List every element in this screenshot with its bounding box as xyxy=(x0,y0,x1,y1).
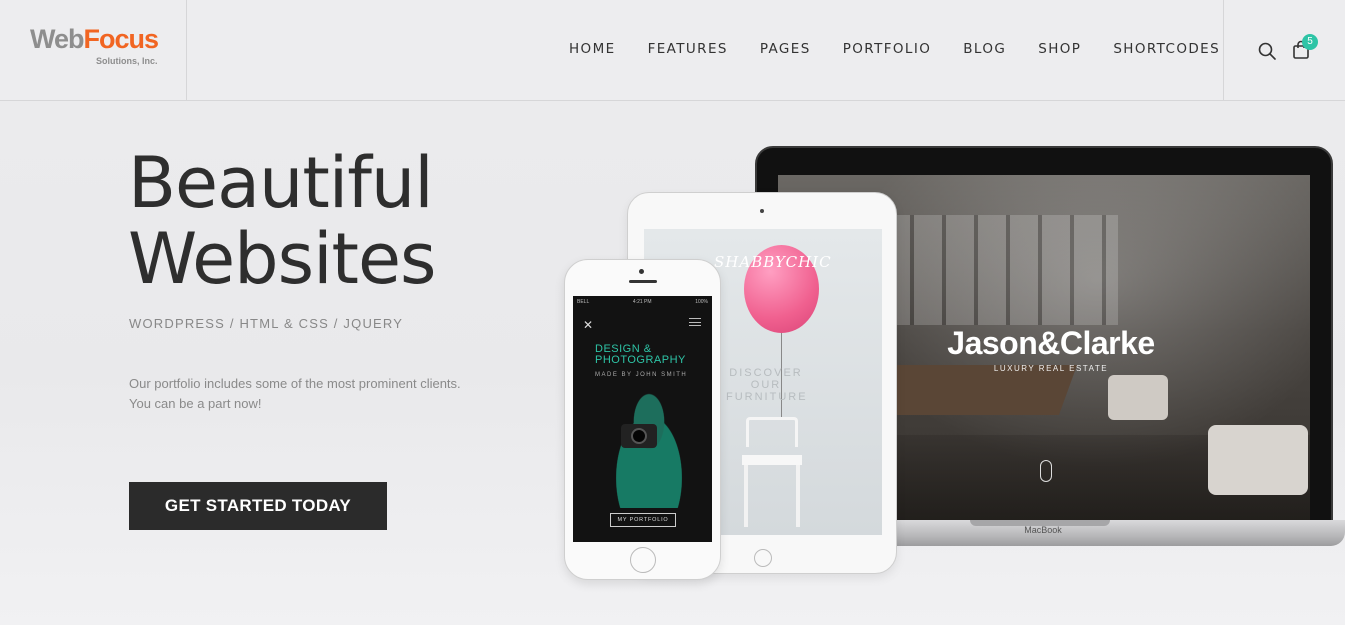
nav-blog[interactable]: BLOG xyxy=(963,40,1006,60)
site-header: WebFocus Solutions, Inc. HOME FEATURES P… xyxy=(0,0,1345,101)
discover-line3: FURNITURE xyxy=(726,391,808,403)
discover-line1: DISCOVER xyxy=(729,367,803,379)
hamburger-menu-icon xyxy=(689,318,701,326)
logo-wordmark: WebFocus xyxy=(30,24,160,54)
hero-title: Beautiful Websites xyxy=(128,142,437,300)
phone-byline: MADE BY JOHN SMITH xyxy=(595,372,688,378)
office-sofa xyxy=(1208,425,1308,495)
hero-description: Our portfolio includes some of the most … xyxy=(129,374,509,414)
phone-battery: 100% xyxy=(695,299,708,305)
hero-title-line1: Beautiful xyxy=(128,142,434,224)
nav-pages[interactable]: PAGES xyxy=(760,40,811,60)
laptop-brand-tagline: LUXURY REAL ESTATE xyxy=(993,364,1109,373)
phone-speaker xyxy=(629,280,657,283)
logo-focus-text: Focus xyxy=(83,24,160,54)
chair-leg xyxy=(796,465,800,527)
logo-subtitle: Solutions, Inc. xyxy=(96,56,158,66)
logo[interactable]: WebFocus Solutions, Inc. xyxy=(0,0,187,100)
main-nav: HOME FEATURES PAGES PORTFOLIO BLOG SHOP … xyxy=(569,40,1220,60)
photographer-image xyxy=(601,388,697,508)
office-chair xyxy=(1108,375,1168,420)
hero-subtitle: WORDPRESS / HTML & CSS / JQUERY xyxy=(129,316,404,331)
chair-seat xyxy=(742,455,802,465)
nav-portfolio[interactable]: PORTFOLIO xyxy=(843,40,932,60)
tablet-brand: SHABBYCHIC xyxy=(714,253,832,271)
discover-line2: OUR xyxy=(750,379,782,391)
phone-time: 4:21 PM xyxy=(632,299,652,305)
tablet-camera xyxy=(760,209,764,213)
phone-portfolio-button: MY PORTFOLIO xyxy=(610,513,676,527)
nav-shortcodes[interactable]: SHORTCODES xyxy=(1113,40,1220,60)
laptop-label: MacBook xyxy=(1024,525,1062,535)
phone-heading-line2: PHOTOGRAPHY xyxy=(595,354,686,366)
nav-features[interactable]: FEATURES xyxy=(648,40,728,60)
nav-shop[interactable]: SHOP xyxy=(1038,40,1081,60)
chair-back xyxy=(746,417,798,447)
phone-screen: BELL 4:21 PM 100% ✕ DESIGN & PHOTOGRAPHY… xyxy=(573,296,712,542)
scroll-mouse-icon xyxy=(1040,460,1052,482)
hero-desc-line2: You can be a part now! xyxy=(129,396,262,411)
phone-home-button xyxy=(630,547,656,573)
close-icon: ✕ xyxy=(583,318,594,332)
phone-status-bar: BELL 4:21 PM 100% xyxy=(577,299,708,305)
hero-title-line2: Websites xyxy=(128,218,437,300)
get-started-button[interactable]: GET STARTED TODAY xyxy=(129,482,387,530)
phone-mockup: BELL 4:21 PM 100% ✕ DESIGN & PHOTOGRAPHY… xyxy=(564,259,721,580)
search-icon[interactable] xyxy=(1257,41,1277,61)
nav-home[interactable]: HOME xyxy=(569,40,616,60)
chair-leg xyxy=(744,465,748,527)
laptop-brand-title: Jason&Clarke xyxy=(947,325,1155,361)
tablet-home-button xyxy=(754,549,772,567)
phone-carrier: BELL xyxy=(577,299,590,305)
logo-web-text: Web xyxy=(30,24,85,54)
tablet-discover-text: DISCOVER OUR FURNITURE xyxy=(726,367,806,403)
cart-count-badge: 5 xyxy=(1302,34,1318,50)
phone-heading: DESIGN & PHOTOGRAPHY xyxy=(595,344,686,366)
hero-desc-line1: Our portfolio includes some of the most … xyxy=(129,376,461,391)
phone-camera xyxy=(639,269,644,274)
header-divider xyxy=(1223,0,1224,100)
camera-lens xyxy=(631,428,647,444)
